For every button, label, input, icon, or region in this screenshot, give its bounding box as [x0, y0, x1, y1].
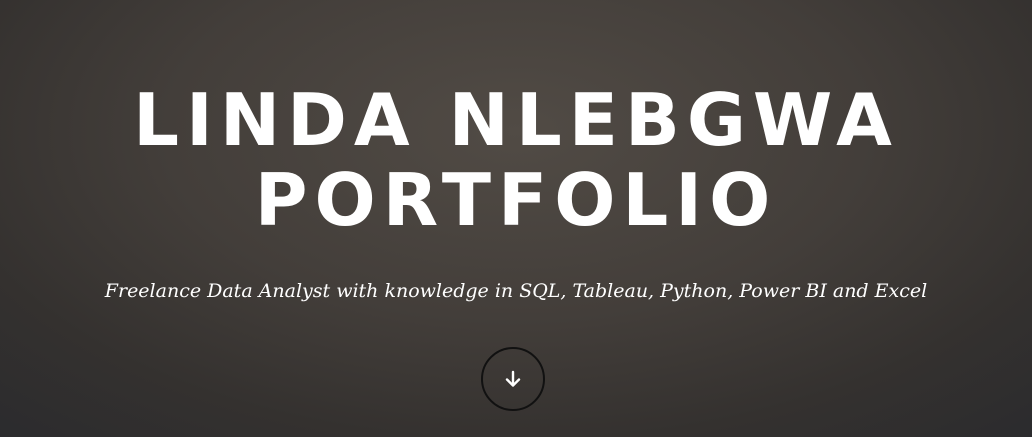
tagline: Freelance Data Analyst with knowledge in… — [104, 280, 928, 302]
page-title-name: LINDA NLEBGWA — [133, 78, 899, 162]
scroll-down-button[interactable] — [481, 347, 545, 411]
page-title-portfolio: PORTFOLIO — [254, 158, 778, 242]
hero-section: LINDA NLEBGWA PORTFOLIO Freelance Data A… — [0, 0, 1032, 437]
arrow-down-icon — [505, 370, 521, 387]
